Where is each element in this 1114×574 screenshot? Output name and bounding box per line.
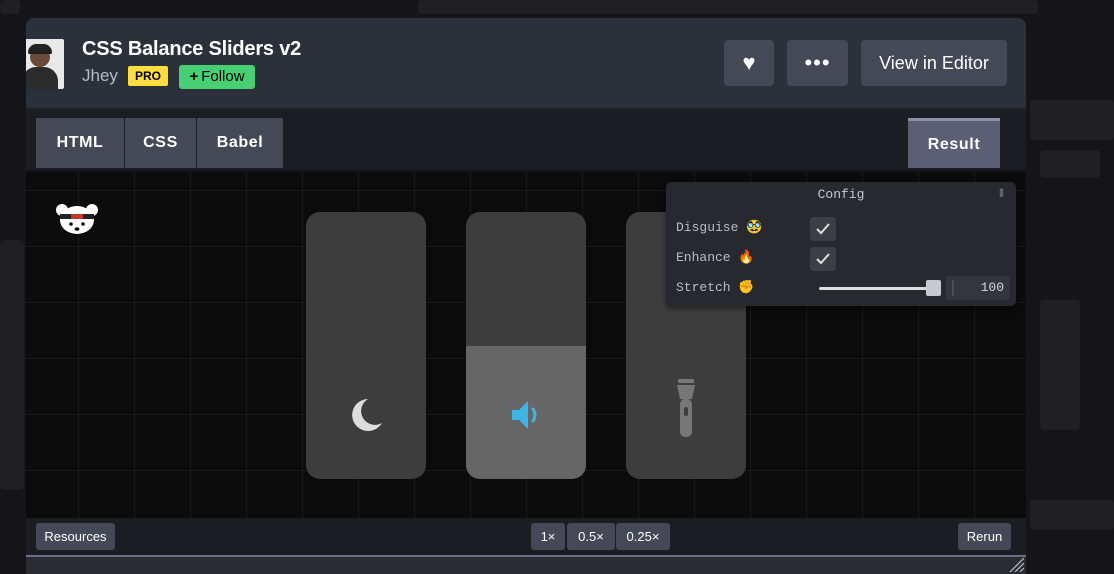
bear-logo-icon[interactable] — [54, 202, 100, 238]
pen-header: CSS Balance Sliders v2 Jhey PRO + Follow … — [26, 18, 1026, 110]
author-avatar[interactable] — [26, 39, 64, 89]
view-in-editor-button[interactable]: View in Editor — [861, 40, 1007, 86]
resize-grip-icon[interactable] — [1006, 558, 1024, 572]
resize-strip[interactable] — [26, 555, 1026, 574]
flashlight-icon — [626, 379, 746, 439]
config-label-enhance: Enhance 🔥 — [676, 250, 755, 265]
tab-css[interactable]: CSS — [125, 118, 196, 168]
like-button[interactable]: ♥ — [724, 40, 774, 86]
check-icon — [816, 253, 830, 265]
config-label-stretch: Stretch ✊ — [676, 280, 755, 295]
slider-moon[interactable] — [306, 212, 426, 479]
zoom-0-5x-button[interactable]: 0.5× — [567, 523, 615, 550]
author-name[interactable]: Jhey — [82, 66, 118, 86]
heart-icon: ♥ — [742, 50, 756, 75]
follow-label: Follow — [201, 68, 245, 85]
config-panel: Config ⦀ Disguise 🥸 Enhance 🔥 Stretch ✊ … — [666, 182, 1016, 306]
stretch-number-input[interactable]: 100 — [946, 276, 1010, 300]
collapse-icon[interactable]: ⦀ — [999, 182, 1004, 208]
config-title[interactable]: Config — [666, 182, 1016, 208]
editor-tab-bar: HTML CSS Babel Result — [26, 110, 1026, 170]
pro-badge[interactable]: PRO — [128, 66, 168, 86]
more-options-button[interactable]: ••• — [787, 40, 848, 86]
pen-title[interactable]: CSS Balance Sliders v2 — [82, 38, 301, 61]
resources-button[interactable]: Resources — [36, 523, 115, 550]
moon-icon — [306, 391, 426, 439]
config-label-disguise: Disguise 🥸 — [676, 220, 763, 235]
tab-babel[interactable]: Babel — [197, 118, 283, 168]
disguise-checkbox[interactable] — [810, 217, 836, 241]
stretch-range-track[interactable] — [819, 287, 939, 290]
check-icon — [816, 223, 830, 235]
enhance-checkbox[interactable] — [810, 247, 836, 271]
stretch-range-thumb[interactable] — [926, 280, 941, 296]
tab-result[interactable]: Result — [908, 118, 1000, 168]
volume-icon — [466, 391, 586, 439]
zoom-0-25x-button[interactable]: 0.25× — [616, 523, 670, 550]
rerun-button[interactable]: Rerun — [958, 523, 1011, 550]
tab-html[interactable]: HTML — [36, 118, 124, 168]
plus-icon: + — [189, 68, 199, 85]
more-icon: ••• — [804, 50, 831, 75]
preview-footer: Resources 1× 0.5× 0.25× Rerun — [26, 518, 1026, 556]
result-preview: Config ⦀ Disguise 🥸 Enhance 🔥 Stretch ✊ … — [26, 172, 1026, 518]
zoom-1x-button[interactable]: 1× — [531, 523, 565, 550]
pen-preview-modal: CSS Balance Sliders v2 Jhey PRO + Follow … — [26, 18, 1026, 574]
slider-volume[interactable] — [466, 212, 586, 479]
stretch-value: 100 — [980, 280, 1004, 295]
follow-button[interactable]: + Follow — [179, 65, 255, 89]
